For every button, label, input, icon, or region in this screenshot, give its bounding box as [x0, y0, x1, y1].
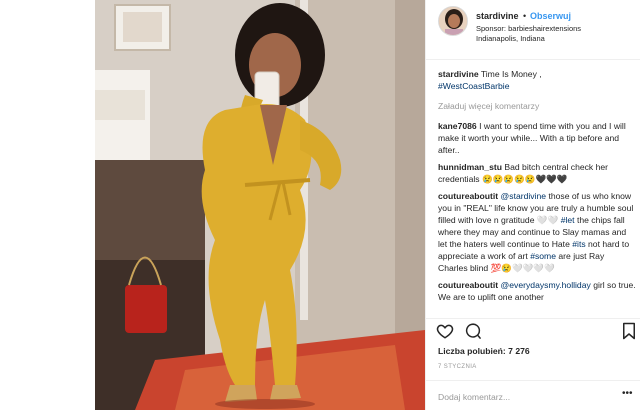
- load-more-comments-button[interactable]: Załaduj więcej komentarzy: [438, 100, 636, 112]
- comments-list: stardivine Time Is Money , #WestCoastBar…: [438, 68, 636, 318]
- add-comment-input[interactable]: [438, 390, 608, 404]
- heart-icon[interactable]: [436, 322, 454, 340]
- post-photo-image: [95, 0, 425, 410]
- comment-hashtag[interactable]: #let: [561, 215, 575, 225]
- likes-count[interactable]: Liczba polubień: 7 276: [438, 346, 530, 356]
- action-bar: [436, 322, 636, 342]
- separator-dot: •: [523, 11, 527, 21]
- post-photo[interactable]: [95, 0, 425, 410]
- comment-username[interactable]: coutureaboutit: [438, 191, 498, 201]
- list-item: hunnidman_stu Bad bitch central check he…: [438, 161, 636, 185]
- avatar-image: [439, 7, 467, 35]
- comment-username[interactable]: kane7086: [438, 121, 477, 131]
- list-item: coutureaboutit @everydaysmy.holliday gir…: [438, 279, 636, 303]
- post-header: stardivine • Obserwuj Sponsor: barbiesha…: [426, 0, 640, 60]
- caption-hashtag[interactable]: #WestCoastBarbie: [438, 81, 510, 91]
- comment-username[interactable]: hunnidman_stu: [438, 162, 502, 172]
- comment-mention[interactable]: @stardivine: [501, 191, 547, 201]
- bookmark-icon[interactable]: [620, 322, 638, 340]
- comment-hashtag[interactable]: #its: [572, 239, 585, 249]
- post-date[interactable]: 7 STYCZNIA: [438, 364, 477, 370]
- post-sidebar: stardivine • Obserwuj Sponsor: barbiesha…: [425, 0, 640, 410]
- location-link[interactable]: Indianapolis, Indiana: [476, 34, 545, 43]
- follow-button[interactable]: Obserwuj: [530, 11, 571, 21]
- caption: stardivine Time Is Money , #WestCoastBar…: [438, 68, 636, 92]
- post-username[interactable]: stardivine: [476, 11, 519, 21]
- list-item: coutureaboutit @stardivine those of us w…: [438, 190, 636, 274]
- caption-text: Time Is Money ,: [480, 69, 542, 79]
- add-comment-row: [426, 380, 640, 410]
- comment-hashtag[interactable]: #some: [530, 251, 556, 261]
- sponsor-label[interactable]: Sponsor: barbieshairextensions: [476, 24, 581, 33]
- comment-mention[interactable]: @everydaysmy.holliday: [501, 280, 591, 290]
- comment-username[interactable]: coutureaboutit: [438, 280, 498, 290]
- divider: [425, 318, 640, 319]
- post-card: stardivine • Obserwuj Sponsor: barbiesha…: [0, 0, 640, 410]
- list-item: kane7086 I want to spend time with you a…: [438, 120, 636, 156]
- caption-username[interactable]: stardivine: [438, 69, 479, 79]
- avatar[interactable]: [438, 6, 468, 36]
- more-options-icon[interactable]: •••: [622, 388, 633, 399]
- comment-icon[interactable]: [464, 322, 482, 340]
